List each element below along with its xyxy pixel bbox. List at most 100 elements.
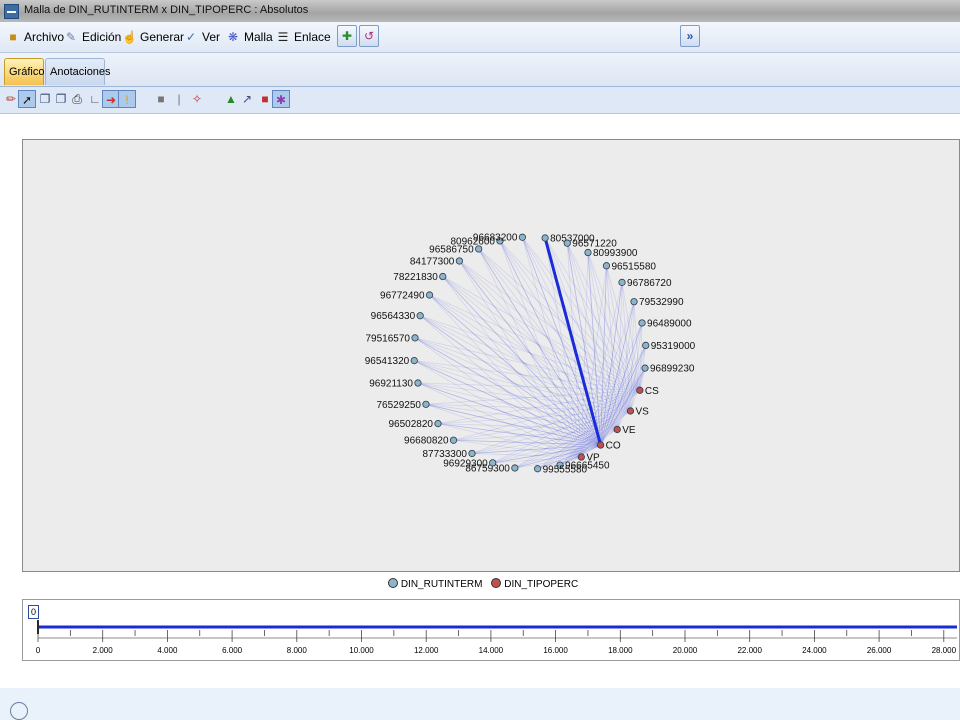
menu-edicion[interactable]: ✎ Edición [64, 29, 121, 45]
graph-node[interactable] [411, 334, 419, 342]
graph-node[interactable] [618, 278, 626, 286]
graph-node-label: 96680820 [404, 436, 449, 447]
print-tool[interactable]: ⎙ [68, 90, 86, 108]
alert-tool[interactable]: ! [118, 90, 136, 108]
add-node-button[interactable]: ✚ [337, 25, 357, 47]
links-tool[interactable]: ↗ [238, 90, 256, 108]
graph-node[interactable] [626, 407, 635, 415]
tab-grafico-label: Gráfico [9, 66, 45, 78]
tab-anotaciones-label: Anotaciones [50, 66, 111, 78]
legend-rutinterm-label: DIN_RUTINTERM [400, 579, 483, 590]
graph-node[interactable] [563, 239, 571, 247]
nodes-icon: ▲ [225, 92, 237, 106]
link-icon: ☰ [277, 30, 289, 44]
graph-node[interactable] [511, 464, 519, 472]
tab-anotaciones[interactable]: Anotaciones [45, 58, 111, 85]
graph-node[interactable] [416, 312, 424, 320]
graph-node[interactable] [422, 400, 430, 408]
graph-node[interactable] [636, 386, 644, 394]
graph-node-label: 96489000 [647, 318, 692, 329]
graph-node[interactable] [602, 262, 611, 270]
menu-ver-label: Ver [202, 30, 221, 44]
menu-ver[interactable]: ✓ Ver [184, 29, 220, 45]
legend-tipoperc-label: DIN_TIPOPERC [504, 579, 579, 590]
menu-enlace[interactable]: ☰ Enlace [276, 29, 331, 45]
slider-tick-label: 20.000 [672, 646, 698, 655]
graph-node[interactable] [439, 272, 447, 281]
graph-node[interactable] [630, 298, 638, 306]
slider-tick-label: 4.000 [157, 646, 178, 655]
overflow-button[interactable]: » [680, 25, 700, 47]
web-icon: ❋ [227, 30, 239, 44]
menu-archivo-label: Archivo [24, 30, 65, 44]
window-titlebar: Malla de DIN_RUTINTERM x DIN_TIPOPERC : … [0, 0, 960, 22]
window-title: Malla de DIN_RUTINTERM x DIN_TIPOPERC : … [24, 4, 309, 16]
links-icon: ↗ [241, 92, 253, 106]
stop-tool[interactable]: ■ [152, 90, 170, 108]
graph-node[interactable] [641, 364, 649, 372]
graph-node-label: 96772490 [380, 291, 425, 302]
graph-canvas[interactable]: 80537000 96571220 80993900 96515580 96786720… [22, 139, 960, 572]
wand-icon: ✧ [191, 92, 203, 106]
graph-node-label: 78221830 [393, 272, 438, 283]
menu-edicion-label: Edición [82, 30, 122, 44]
pointer-icon: ➚ [21, 93, 33, 107]
tab-grafico[interactable]: Gráfico [4, 58, 44, 85]
graph-node[interactable] [584, 248, 592, 257]
legend-tipoperc-marker [491, 578, 502, 588]
graph-node-label: VS [635, 406, 649, 417]
graph-node[interactable] [577, 453, 585, 461]
graph-node-label: VE [622, 425, 636, 436]
graph-node[interactable] [455, 257, 463, 265]
menu-archivo[interactable]: ■ Archivo [6, 29, 64, 45]
magic-tool[interactable]: ✧ [188, 90, 206, 108]
graph-node[interactable] [434, 420, 442, 428]
select-tool[interactable]: ➚ [18, 90, 36, 108]
graph-node[interactable] [489, 459, 497, 467]
graph-toolbar: ✏ ➚ ❐ ❐ ⎙ ∟ ➜ ! ■ | ✧ ▲ ↗ ■ ✱ [0, 87, 960, 114]
bottom-panel [0, 688, 960, 720]
graph-node-label: 96786720 [627, 278, 672, 289]
square-icon: ■ [157, 92, 165, 106]
copy-data-icon: ❐ [55, 92, 67, 106]
help-icon[interactable] [10, 702, 28, 720]
slider-tick-label: 10.000 [349, 646, 374, 655]
add-node-icon: ✚ [341, 29, 353, 43]
slider-tick-label: 22.000 [737, 646, 762, 655]
graph-node[interactable] [541, 234, 549, 242]
web-graph[interactable]: 8053700096571220809939009651558096786720… [23, 140, 959, 571]
graph-node[interactable] [597, 441, 605, 449]
menu-bar: ■ Archivo ✎ Edición ☝ Generar ✓ Ver ❋ Ma… [0, 22, 960, 53]
slider-tick-label: 2.000 [92, 646, 113, 655]
graph-node-label: 99555580 [543, 464, 588, 475]
menu-generar-label: Generar [140, 30, 185, 44]
graph-node-label: 96921130 [369, 379, 413, 390]
export-button[interactable]: ↺ [359, 25, 379, 47]
graph-node[interactable] [613, 425, 621, 434]
edit-icon: ✎ [65, 30, 77, 44]
graph-node[interactable] [468, 449, 476, 458]
graph-node[interactable] [410, 356, 418, 365]
graph-node[interactable] [638, 319, 646, 327]
graph-node-label: 84177300 [410, 256, 455, 267]
slider-tick-label: 18.000 [608, 646, 633, 655]
slider-tick-label: 6.000 [222, 646, 243, 655]
graph-node[interactable] [414, 379, 422, 387]
link-threshold-slider[interactable]: 0 0 2.000 4.000 6.000 8.000 10.000 12.000 14.00… [22, 599, 960, 661]
slider-tick-label: 26.000 [866, 646, 892, 655]
network-tool[interactable]: ✱ [272, 90, 290, 108]
graph-node[interactable] [518, 233, 527, 241]
graph-node-label: 79532990 [639, 297, 684, 308]
graph-node[interactable] [642, 341, 650, 350]
menu-malla[interactable]: ❋ Malla [226, 29, 273, 45]
graph-node-label: 96541320 [365, 356, 410, 367]
menu-generar[interactable]: ☝ Generar [122, 29, 184, 45]
slider-tick-label: 12.000 [413, 646, 439, 655]
slider-handle[interactable] [37, 620, 39, 634]
slider-tick-label: 0 [35, 646, 41, 655]
legend: DIN_RUTINTERM DIN_TIPOPERC [0, 578, 960, 594]
colors-icon: ■ [261, 92, 269, 106]
graph-node[interactable] [425, 291, 434, 299]
graph-node[interactable] [533, 465, 542, 473]
graph-node[interactable] [449, 436, 458, 444]
